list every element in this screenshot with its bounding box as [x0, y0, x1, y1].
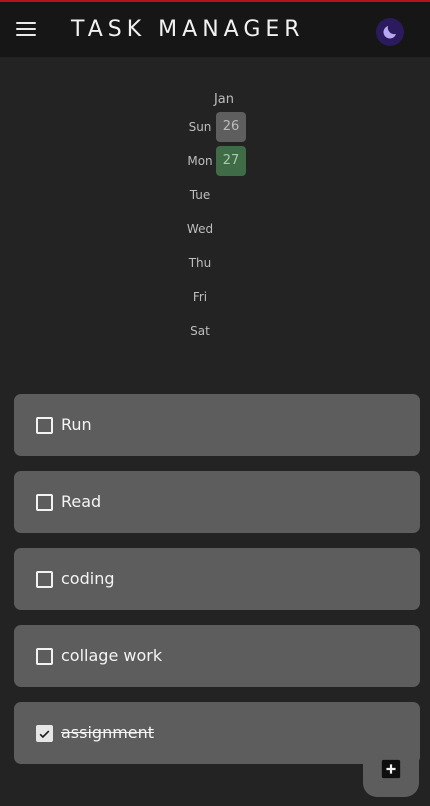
calendar-date[interactable]: 26: [216, 112, 246, 142]
task-checkbox[interactable]: [36, 648, 53, 665]
task-item-collage-work[interactable]: collage work: [14, 625, 420, 687]
moon-icon: [383, 26, 396, 39]
app-screen: TASK MANAGER Jan Sun 26 Mon 27 Tue Wed T…: [0, 0, 430, 806]
task-label: assignment: [61, 723, 155, 742]
task-checkbox[interactable]: [36, 571, 53, 588]
calendar-row-fri: Fri: [182, 282, 252, 312]
calendar-day-label: Wed: [186, 222, 214, 236]
add-task-button[interactable]: [363, 741, 419, 797]
calendar-date-today[interactable]: 27: [216, 146, 246, 176]
task-item-coding[interactable]: coding: [14, 548, 420, 610]
task-label: Read: [61, 492, 102, 511]
theme-toggle-button[interactable]: [376, 18, 404, 46]
calendar-row-thu: Thu: [182, 248, 252, 278]
app-title: TASK MANAGER: [71, 17, 305, 42]
task-item-read[interactable]: Read: [14, 471, 420, 533]
calendar-row-sun: Sun 26: [182, 112, 252, 142]
calendar-day-label: Tue: [189, 188, 211, 202]
app-header: TASK MANAGER: [0, 2, 430, 57]
calendar-day-label: Thu: [188, 256, 212, 270]
checkmark-icon: [39, 729, 50, 738]
calendar-day-label: Mon: [187, 154, 213, 168]
calendar-day-label: Sat: [190, 324, 210, 338]
calendar-row-sat: Sat: [182, 316, 252, 346]
task-checkbox[interactable]: [36, 417, 53, 434]
task-label: Run: [61, 415, 92, 434]
task-item-run[interactable]: Run: [14, 394, 420, 456]
task-checkbox[interactable]: [36, 494, 53, 511]
calendar-row-tue: Tue: [182, 180, 252, 210]
calendar-month: Jan: [213, 92, 235, 107]
task-label: coding: [61, 569, 115, 588]
task-checkbox-checked[interactable]: [36, 725, 53, 742]
calendar-day-label: Sun: [188, 120, 212, 134]
calendar-row-wed: Wed: [182, 214, 252, 244]
hamburger-menu-icon[interactable]: [16, 17, 40, 41]
add-box-icon: [381, 759, 401, 779]
task-item-assignment[interactable]: assignment: [14, 702, 420, 764]
calendar-row-mon: Mon 27: [182, 146, 252, 176]
calendar-day-label: Fri: [192, 290, 208, 304]
task-label: collage work: [61, 646, 163, 665]
